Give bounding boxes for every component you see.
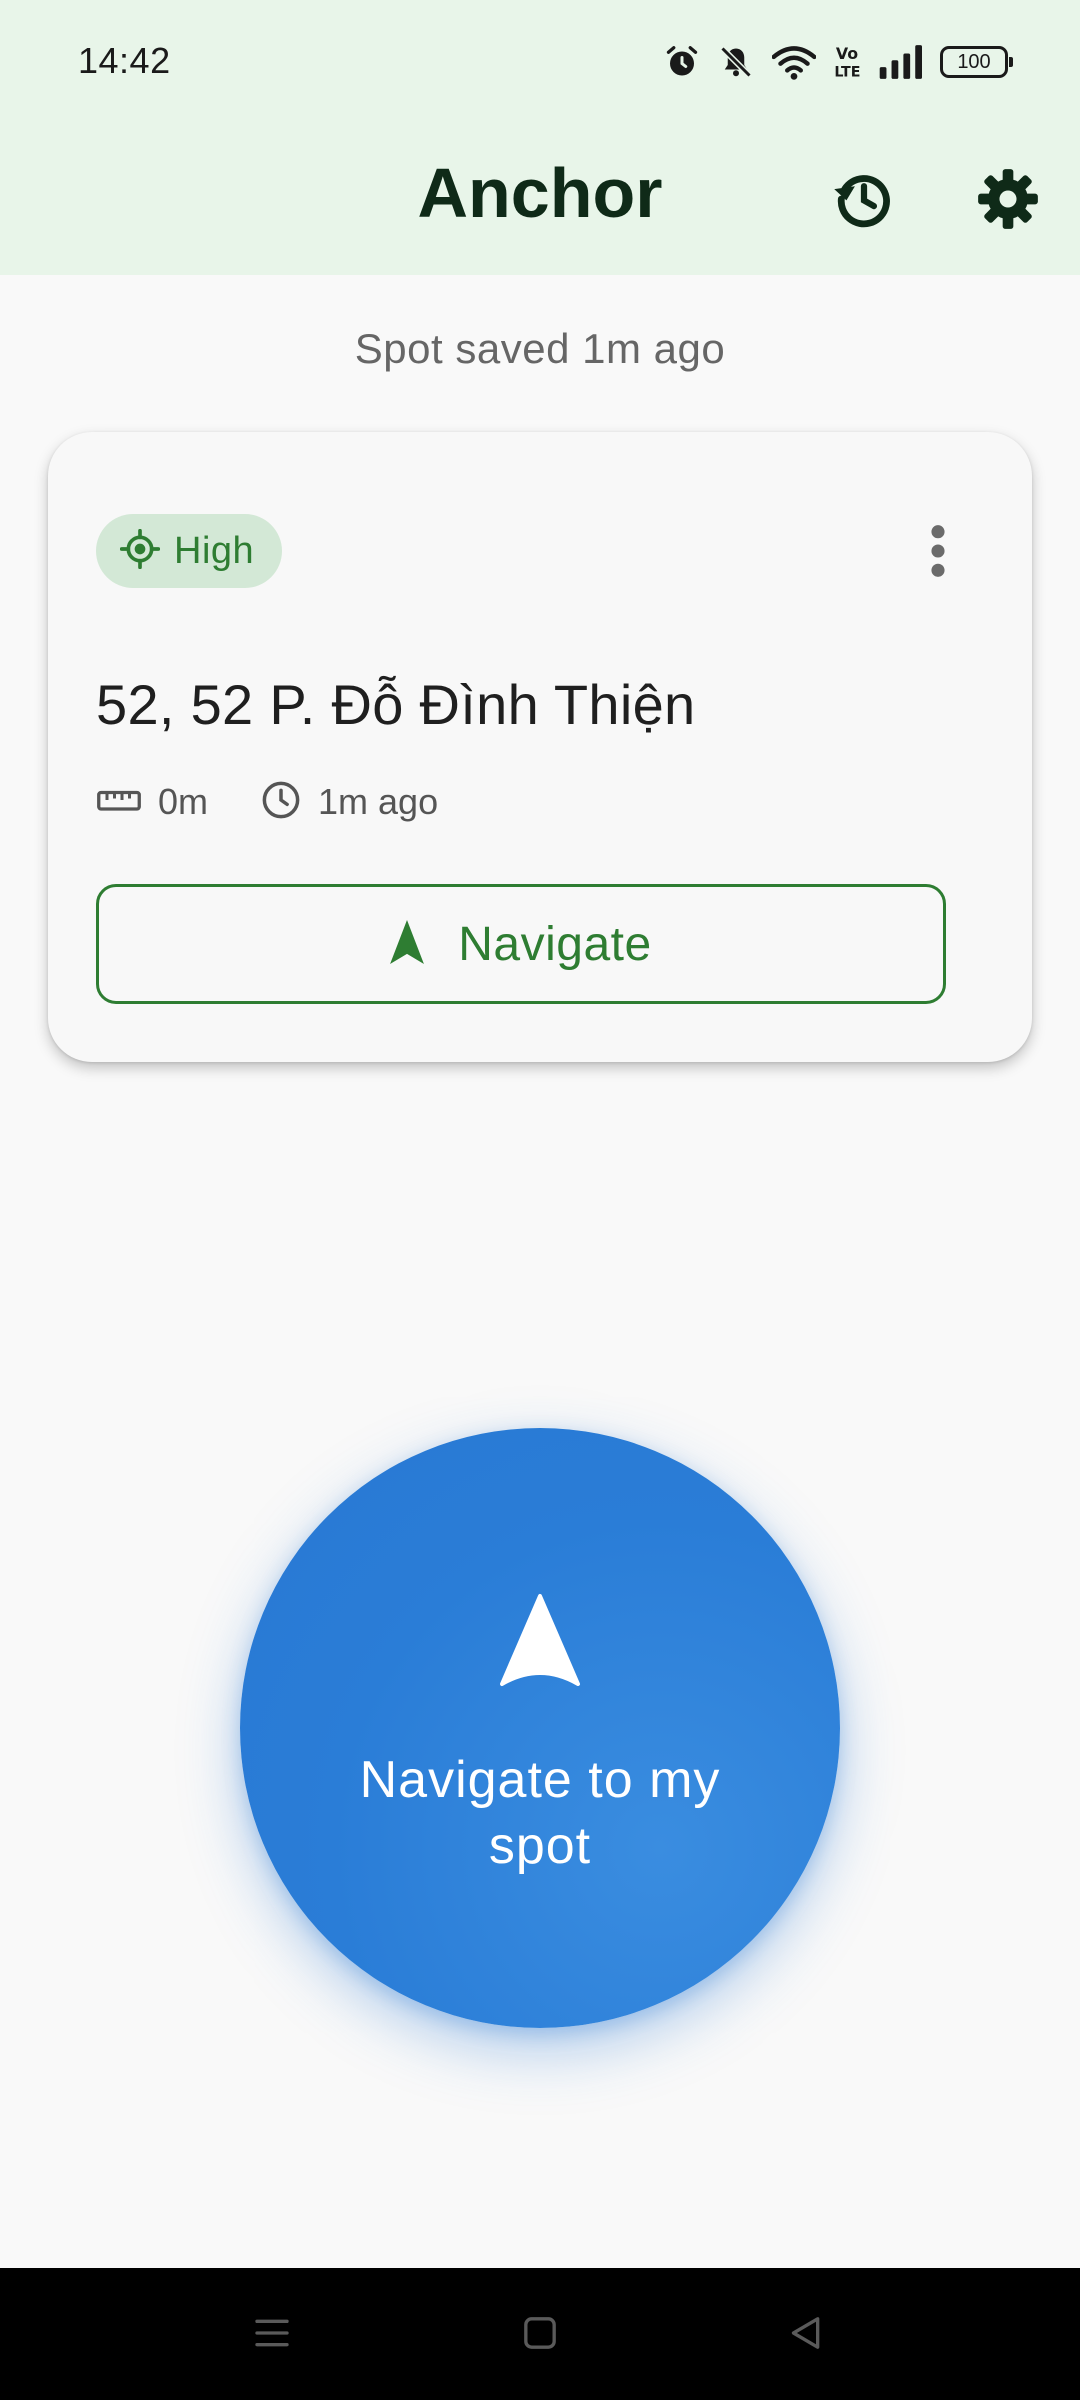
spot-address: 52, 52 P. Đỗ Đình Thiện	[96, 673, 696, 736]
navigation-arrow-icon	[390, 919, 425, 969]
signal-icon	[878, 45, 922, 79]
navigate-to-spot-label: Navigate to my spot	[359, 1751, 721, 1875]
spot-meta-row: 0m 1m ago	[96, 774, 490, 830]
system-menu-button[interactable]	[232, 2300, 312, 2370]
ruler-icon	[96, 785, 142, 820]
svg-text:Vo: Vo	[836, 44, 858, 63]
status-time: 14:42	[78, 40, 171, 81]
gps-fixed-icon	[119, 528, 161, 574]
history-icon	[830, 165, 898, 238]
wifi-icon	[772, 43, 816, 81]
distance-meta: 0m	[96, 781, 208, 823]
menu-icon	[252, 2313, 292, 2358]
app-title: Anchor	[417, 154, 663, 232]
accuracy-label: High	[174, 529, 255, 572]
settings-icon	[976, 167, 1040, 236]
battery-icon: 100	[940, 46, 1013, 78]
svg-text:LTE: LTE	[834, 64, 860, 80]
status-bar: 14:42 Vo LTE 100	[0, 0, 1080, 125]
navigate-label: Navigate	[458, 917, 652, 971]
more-options-button[interactable]	[898, 508, 978, 598]
volte-icon: Vo LTE	[834, 43, 860, 81]
distance-value: 0m	[158, 781, 209, 822]
home-icon	[520, 2313, 560, 2358]
status-icons: Vo LTE 100	[664, 38, 1013, 86]
bell-off-icon	[718, 43, 754, 81]
clock-icon	[260, 779, 302, 826]
age-meta: 1m ago	[260, 779, 438, 826]
more-vert-icon	[930, 524, 946, 583]
system-back-button[interactable]	[766, 2300, 846, 2370]
back-icon	[786, 2313, 826, 2358]
alarm-icon	[664, 43, 700, 81]
system-nav-bar	[0, 2268, 1080, 2400]
system-home-button[interactable]	[500, 2300, 580, 2370]
navigate-button[interactable]: Navigate	[96, 884, 946, 1004]
age-value: 1m ago	[318, 781, 439, 822]
history-button[interactable]	[816, 153, 912, 249]
saved-caption: Spot saved 1m ago	[354, 325, 726, 372]
navigation-arrow-icon	[498, 1592, 582, 1693]
accuracy-chip: High	[96, 514, 282, 588]
spot-card: High 52, 52 P. Đỗ Đình Thiện 0m 1m ago N…	[48, 432, 1032, 1062]
settings-button[interactable]	[960, 153, 1056, 249]
app-bar: Anchor	[0, 125, 1080, 275]
navigate-to-spot-button[interactable]: Navigate to my spot	[240, 1428, 840, 2028]
